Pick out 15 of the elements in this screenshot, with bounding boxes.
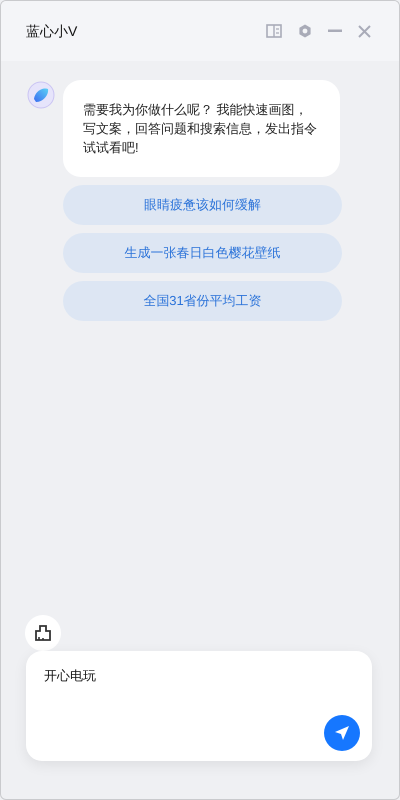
suggestion-chip[interactable]: 全国31省份平均工资 [63,281,342,321]
assistant-avatar-icon [27,81,55,109]
minimize-icon[interactable] [328,29,342,33]
suggestion-chip[interactable]: 生成一张春日白色樱花壁纸 [63,233,342,273]
close-icon[interactable] [358,24,371,38]
window-title: 蓝心小V [26,22,78,40]
send-icon [333,724,351,742]
suggestion-chip[interactable]: 眼睛疲惫该如何缓解 [63,185,342,225]
broom-icon [34,624,52,642]
clear-button[interactable] [25,615,61,651]
message-bubble: 需要我为你做什么呢？ 我能快速画图，写文案，回答问题和搜索信息，发出指令试试看吧! [63,80,340,177]
send-button[interactable] [324,715,360,751]
message-input[interactable]: 开心电玩 [44,665,324,687]
settings-icon[interactable] [298,24,312,38]
layout-icon[interactable] [266,24,282,38]
